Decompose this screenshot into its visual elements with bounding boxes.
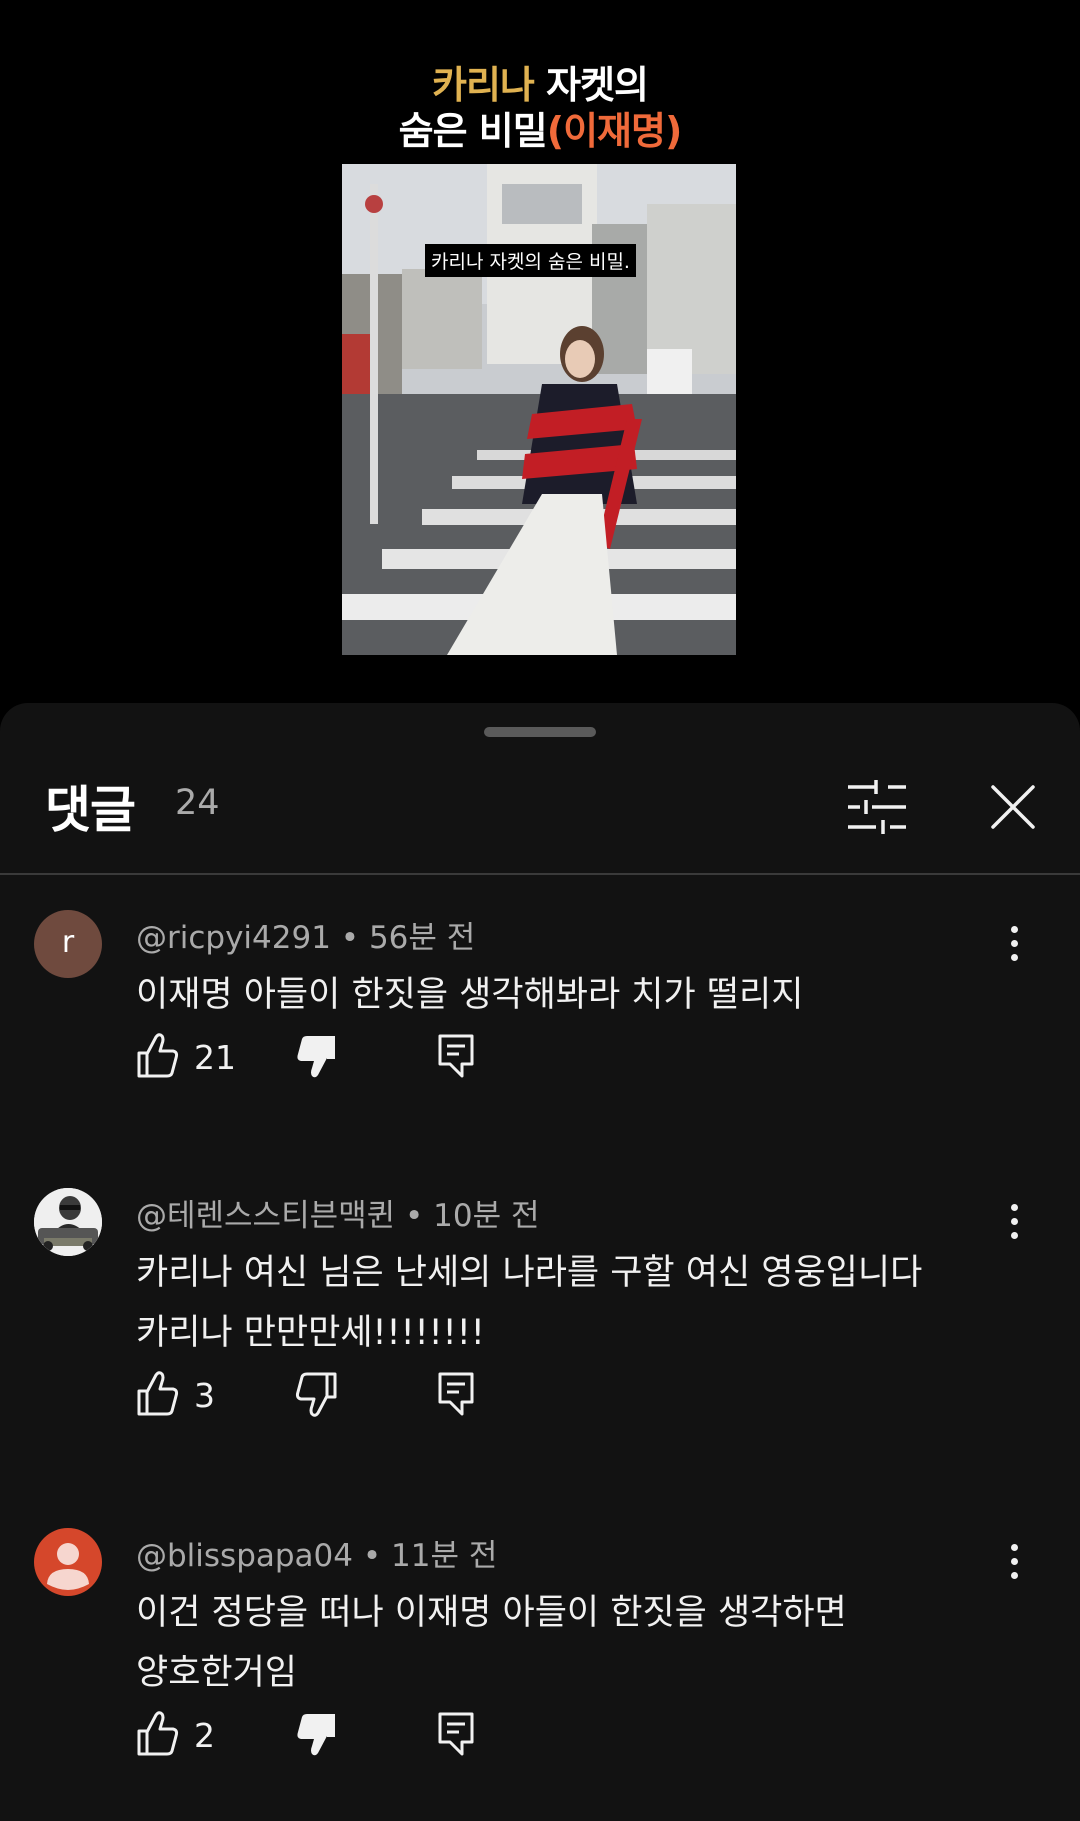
reply-icon[interactable]: [436, 1710, 476, 1758]
video-title-line2: 숨은 비밀(이재명): [0, 100, 1080, 155]
more-options-icon[interactable]: [996, 926, 1032, 972]
dislike-filled-icon[interactable]: [294, 1032, 338, 1080]
like-count: 2: [194, 1716, 215, 1755]
comments-count: 24: [175, 783, 220, 823]
comment-actions: 21: [136, 1032, 536, 1084]
comment-line: 양호한거임: [136, 1653, 298, 1693]
close-icon[interactable]: [985, 779, 1041, 835]
comments-title: 댓글: [45, 781, 136, 839]
filter-sliders-icon[interactable]: [846, 779, 910, 835]
dislike-icon[interactable]: [294, 1370, 338, 1418]
like-count: 21: [194, 1038, 236, 1077]
reply-icon[interactable]: [436, 1032, 476, 1080]
comment-author[interactable]: @테렌스스티븐맥퀸: [136, 1198, 395, 1234]
comment-meta: @ricpyi4291 • 56분 전: [136, 920, 476, 956]
comment-line: 카리나 여신 님은 난세의 나라를 구할 여신 영웅입니다: [136, 1253, 923, 1293]
comment-time: 10분 전: [433, 1198, 540, 1234]
reply-icon[interactable]: [436, 1370, 476, 1418]
header-divider: [0, 873, 1080, 875]
street-photo-illustration: [342, 164, 736, 655]
dislike-filled-icon[interactable]: [294, 1710, 338, 1758]
video-player[interactable]: 카리나 자켓의 숨은 비밀(이재명) 카리나 자켓의 숨은 비밀.: [0, 0, 1080, 705]
comment-line: 이재명 아들이 한짓을 생각해봐라 치가 떨리지: [136, 975, 804, 1015]
comment-meta: @테렌스스티븐맥퀸 • 10분 전: [136, 1198, 540, 1234]
comment-text: 이건 정당을 떠나 이재명 아들이 한짓을 생각하면 양호한거임: [136, 1583, 847, 1703]
avatar[interactable]: r: [34, 910, 102, 978]
comment-meta: @blisspapa04 • 11분 전: [136, 1538, 498, 1574]
comment-text: 이재명 아들이 한짓을 생각해봐라 치가 떨리지: [136, 965, 803, 1025]
comment-actions: 2: [136, 1710, 536, 1762]
comment-author[interactable]: @ricpyi4291: [136, 920, 331, 956]
avatar[interactable]: [34, 1188, 102, 1256]
comment-line: 카리나 만만만세!!!!!!!!: [136, 1313, 485, 1353]
drag-handle[interactable]: [484, 727, 596, 737]
comments-sheet: 댓글 24 r @ricpyi4291 • 56분 전 이재명 아들이 한짓을 …: [0, 703, 1080, 1821]
comment-line: 이건 정당을 떠나 이재명 아들이 한짓을 생각하면: [136, 1593, 847, 1633]
comment-text: 카리나 여신 님은 난세의 나라를 구할 여신 영웅입니다 카리나 만만만세!!…: [136, 1243, 922, 1363]
comment-time: 11분 전: [391, 1538, 498, 1574]
video-caption: 카리나 자켓의 숨은 비밀.: [425, 244, 636, 277]
more-options-icon[interactable]: [996, 1544, 1032, 1590]
comment-actions: 3: [136, 1370, 536, 1422]
more-options-icon[interactable]: [996, 1204, 1032, 1250]
video-frame-photo: 카리나 자켓의 숨은 비밀.: [342, 164, 736, 655]
title-text: 숨은 비밀: [398, 109, 548, 153]
avatar-default-icon[interactable]: [34, 1528, 102, 1596]
like-icon[interactable]: [136, 1032, 180, 1080]
like-icon[interactable]: [136, 1710, 180, 1758]
comment-time: 56분 전: [368, 920, 476, 956]
like-count: 3: [194, 1376, 215, 1415]
comment-author[interactable]: @blisspapa04: [136, 1538, 353, 1574]
like-icon[interactable]: [136, 1370, 180, 1418]
title-highlight: (이재명): [546, 109, 683, 153]
